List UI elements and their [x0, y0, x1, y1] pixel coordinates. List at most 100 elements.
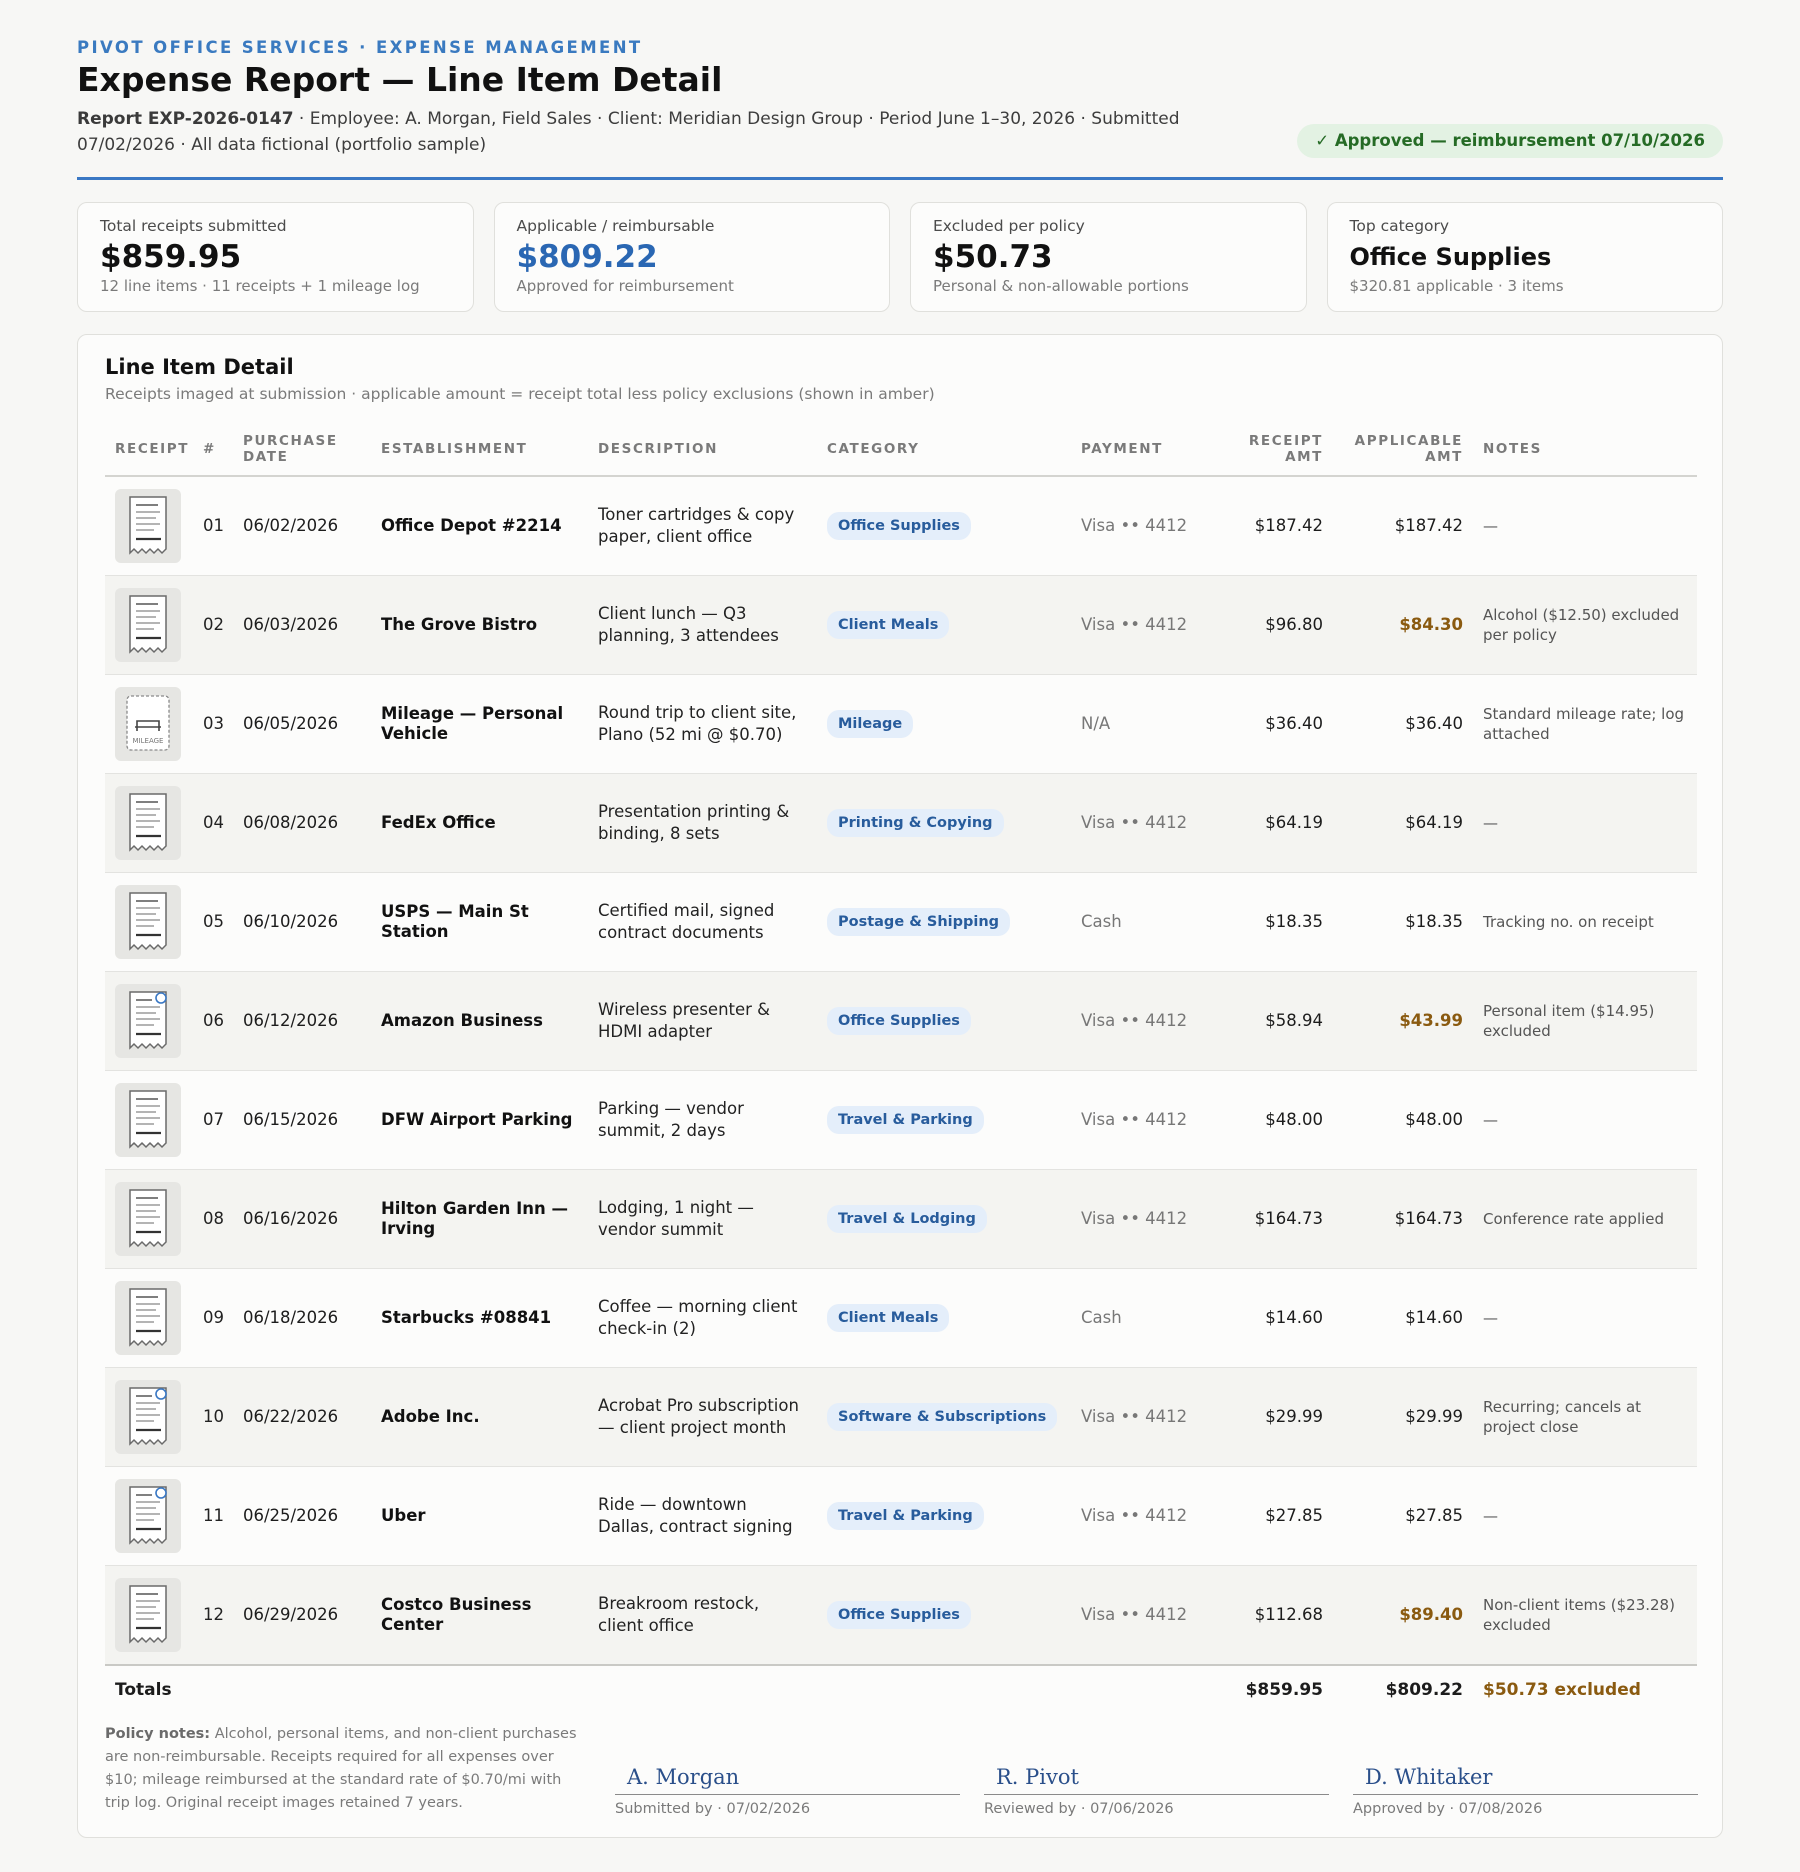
notes: — [1473, 1268, 1697, 1368]
category: Mileage [817, 674, 1071, 774]
category: Software & Subscriptions [817, 1367, 1071, 1467]
col-establishment: ESTABLISHMENT [371, 423, 588, 477]
receipt-thumbnail-icon[interactable] [115, 489, 181, 563]
signature-reviewed: R. Pivot Reviewed by · 07/06/2026 [984, 1760, 1329, 1817]
card-value: $809.22 [516, 239, 658, 275]
policy-notes: Policy notes: Alcohol, personal items, a… [105, 1723, 585, 1815]
category-pill: Office Supplies [827, 1007, 971, 1035]
purchase-date: 06/15/2026 [233, 1070, 371, 1170]
establishment: Mileage — Personal Vehicle [371, 674, 588, 774]
category: Travel & Lodging [817, 1169, 1071, 1269]
policy-label: Policy notes: [105, 1726, 211, 1742]
signature-approved: D. Whitaker Approved by · 07/08/2026 [1353, 1760, 1698, 1817]
card-label: Applicable / reimbursable [516, 217, 715, 235]
category: Postage & Shipping [817, 872, 1071, 972]
applicable-amount: $89.40 [1333, 1565, 1473, 1666]
receipt-thumb [105, 1565, 193, 1666]
description: Acrobat Pro subscription — client projec… [588, 1367, 817, 1467]
applicable-amount: $14.60 [1333, 1268, 1473, 1368]
receipt-thumbnail-icon[interactable] [115, 1281, 181, 1355]
receipt-thumbnail-icon[interactable] [115, 1083, 181, 1157]
category: Travel & Parking [817, 1070, 1071, 1170]
receipt-thumbnail-icon[interactable] [115, 1578, 181, 1652]
totals-excluded: $50.73 excluded [1473, 1664, 1697, 1714]
notes: Recurring; cancels at project close [1473, 1367, 1697, 1467]
signature-caption: Submitted by · 07/02/2026 [615, 1801, 811, 1817]
notes: Standard mileage rate; log attached [1473, 674, 1697, 774]
payment-method: Cash [1071, 1268, 1199, 1368]
notes: Alcohol ($12.50) excluded per policy [1473, 575, 1697, 675]
signature-name: D. Whitaker [1353, 1760, 1698, 1795]
applicable-amount: $36.40 [1333, 674, 1473, 774]
category-pill: Postage & Shipping [827, 908, 1011, 936]
totals-receipt-amt: $859.95 [1199, 1664, 1333, 1714]
establishment: USPS — Main St Station [371, 872, 588, 972]
receipt-thumbnail-icon[interactable] [115, 984, 181, 1058]
svg-text:MILEAGE: MILEAGE [133, 737, 164, 745]
category-pill: Travel & Parking [827, 1502, 984, 1530]
category: Office Supplies [817, 1565, 1071, 1666]
receipt-thumb [105, 1169, 193, 1269]
card-value: $50.73 [933, 239, 1053, 275]
card-subtext: 12 line items · 11 receipts + 1 mileage … [100, 277, 420, 295]
notes: Tracking no. on receipt [1473, 872, 1697, 972]
category-pill: Office Supplies [827, 512, 971, 540]
payment-method: Cash [1071, 872, 1199, 972]
mileage-log-icon[interactable]: MILEAGE [115, 687, 181, 761]
receipt-amount: $14.60 [1199, 1268, 1333, 1368]
row-number: 03 [193, 674, 233, 774]
report-id: Report EXP-2026-0147 [77, 109, 294, 129]
category: Office Supplies [817, 971, 1071, 1071]
row-number: 05 [193, 872, 233, 972]
description: Round trip to client site, Plano (52 mi … [588, 674, 817, 774]
card-label: Top category [1349, 217, 1450, 235]
category: Client Meals [817, 575, 1071, 675]
establishment: Adobe Inc. [371, 1367, 588, 1467]
receipt-amount: $164.73 [1199, 1169, 1333, 1269]
col-applicable-amt: APPLICABLE AMT [1333, 423, 1473, 477]
signature-name: R. Pivot [984, 1760, 1329, 1795]
receipt-thumbnail-icon[interactable] [115, 1479, 181, 1553]
establishment: Uber [371, 1466, 588, 1566]
row-number: 01 [193, 476, 233, 576]
col-num: # [193, 423, 233, 477]
line-item-panel: Line Item Detail Receipts imaged at subm… [77, 334, 1723, 1838]
description: Client lunch — Q3 planning, 3 attendees [588, 575, 817, 675]
receipt-amount: $48.00 [1199, 1070, 1333, 1170]
payment-method: Visa •• 4412 [1071, 971, 1199, 1071]
applicable-amount: $164.73 [1333, 1169, 1473, 1269]
establishment: Starbucks #08841 [371, 1268, 588, 1368]
col-category: CATEGORY [817, 423, 1071, 477]
purchase-date: 06/22/2026 [233, 1367, 371, 1467]
description: Toner cartridges & copy paper, client of… [588, 476, 817, 576]
description: Wireless presenter & HDMI adapter [588, 971, 817, 1071]
receipt-thumb [105, 1367, 193, 1467]
receipt-thumbnail-icon[interactable] [115, 885, 181, 959]
card-top-category: Top category Office Supplies $320.81 app… [1326, 202, 1723, 312]
header-divider [77, 177, 1723, 180]
receipt-thumbnail-icon[interactable] [115, 786, 181, 860]
category-pill: Travel & Parking [827, 1106, 984, 1134]
table-row: 10 06/22/2026 Adobe Inc. Acrobat Pro subscr… [105, 1367, 1697, 1467]
establishment: Amazon Business [371, 971, 588, 1071]
table-row: 04 06/08/2026 FedEx Office Presentation pri… [105, 773, 1697, 873]
notes: — [1473, 773, 1697, 873]
col-notes: NOTES [1473, 423, 1697, 477]
notes: — [1473, 476, 1697, 576]
row-number: 02 [193, 575, 233, 675]
table-row: 06 06/12/2026 Amazon Business Wireless pres… [105, 971, 1697, 1071]
company-kicker: PIVOT OFFICE SERVICES · EXPENSE MANAGEME… [77, 38, 643, 57]
receipt-thumbnail-icon[interactable] [115, 588, 181, 662]
receipt-thumbnail-icon[interactable] [115, 1182, 181, 1256]
table-header-row: RECEIPT # PURCHASE DATE ESTABLISHMENT DE… [105, 423, 1697, 477]
description: Certified mail, signed contract document… [588, 872, 817, 972]
category-pill: Client Meals [827, 611, 950, 639]
establishment: Hilton Garden Inn — Irving [371, 1169, 588, 1269]
receipt-thumb [105, 575, 193, 675]
col-payment: PAYMENT [1071, 423, 1199, 477]
payment-method: Visa •• 4412 [1071, 476, 1199, 576]
table-row: 12 06/29/2026 Costco Business Center Breakr… [105, 1565, 1697, 1666]
receipt-thumbnail-icon[interactable] [115, 1380, 181, 1454]
receipt-amount: $29.99 [1199, 1367, 1333, 1467]
row-number: 11 [193, 1466, 233, 1566]
